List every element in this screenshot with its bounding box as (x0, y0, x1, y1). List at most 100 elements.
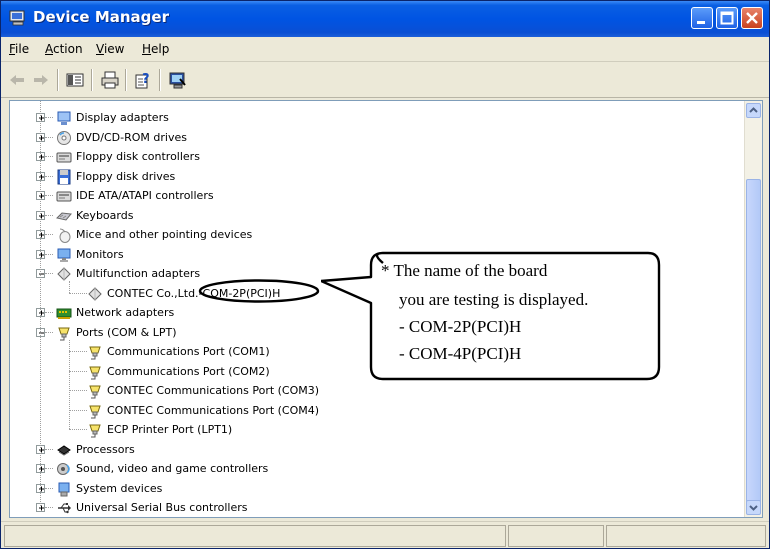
tree-connector (45, 468, 53, 469)
tree-connector (45, 175, 53, 177)
tree-connector (45, 156, 53, 157)
back-arrow-icon[interactable] (7, 70, 27, 90)
maximize-icon (720, 11, 734, 25)
system-icon (58, 482, 70, 496)
tree-category-item[interactable]: Sound, video and game controllers (10, 459, 740, 478)
keyboard-icon (56, 211, 72, 221)
tree-connector (45, 214, 53, 216)
window-title: Device Manager (33, 8, 169, 26)
tree-category-item[interactable]: System devices (10, 479, 740, 498)
tree-item-label: Universal Serial Bus controllers (76, 501, 248, 514)
port-icon (89, 405, 101, 418)
tree-item-label: Floppy disk controllers (76, 150, 200, 163)
port-icon (89, 385, 101, 399)
multifunction-icon (88, 286, 102, 301)
port-icon (89, 366, 101, 379)
menu-help[interactable]: Help (142, 42, 169, 56)
tree-item-label: DVD/CD-ROM drives (76, 130, 187, 144)
scroll-thumb[interactable] (746, 179, 761, 509)
tree-category-item[interactable]: Mice and other pointing devices (10, 225, 740, 244)
close-button[interactable] (741, 7, 763, 29)
tree-child-item[interactable]: CONTEC Communications Port (COM4) (10, 401, 740, 420)
tree-category-item[interactable]: Floppy disk controllers (10, 147, 740, 166)
floppy-icon (57, 169, 71, 184)
print-icon[interactable] (100, 70, 120, 90)
computer-icon (9, 10, 25, 26)
tree-category-item[interactable]: Universal Serial Bus controllers (10, 498, 740, 517)
status-pane (606, 525, 766, 547)
callout-line-2: you are testing is displayed. (399, 290, 589, 309)
minimize-button[interactable] (691, 7, 713, 29)
tree-connector (45, 487, 53, 489)
tree-category-item[interactable]: Display adapters (10, 108, 740, 127)
cdrom-icon (57, 130, 71, 145)
tree-item-label: Communications Port (COM2) (107, 364, 270, 378)
board-name-highlight-oval (198, 279, 320, 303)
tree-category-item[interactable]: DVD/CD-ROM drives (10, 128, 740, 147)
tree-child-item[interactable]: ECP Printer Port (LPT1) (10, 420, 740, 439)
controller-icon (56, 191, 72, 202)
close-icon (746, 12, 758, 24)
multifunction-icon (57, 267, 71, 281)
tree-item-label: Network adapters (76, 306, 175, 319)
chevron-down-icon (749, 505, 758, 511)
network-icon (56, 308, 72, 319)
annotation-callout: * The name of the board you are testing … (321, 251, 661, 391)
tree-item-label: ECP Printer Port (LPT1) (107, 423, 233, 436)
tree-category-item[interactable]: IDE ATA/ATAPI controllers (10, 186, 740, 205)
show-hide-console-tree-icon[interactable] (65, 70, 85, 90)
tree-category-item[interactable]: Processors (10, 440, 740, 459)
tree-connector (69, 292, 87, 294)
scan-hardware-icon[interactable] (168, 70, 188, 90)
tree-connector (40, 101, 41, 508)
menu-view[interactable]: View (96, 42, 124, 56)
tree-item-label: Communications Port (COM1) (107, 345, 270, 358)
scroll-down-button[interactable] (746, 500, 761, 515)
toolbar-separator (57, 69, 59, 91)
tree-item-label: Ports (COM & LPT) (76, 325, 177, 339)
tree-connector (45, 448, 53, 450)
toolbar-separator (125, 69, 127, 91)
tree-connector (45, 312, 53, 313)
sound-icon (57, 463, 70, 475)
tree-item-label: IDE ATA/ATAPI controllers (76, 189, 214, 202)
tree-connector (69, 370, 87, 372)
tree-connector (45, 195, 53, 196)
scroll-up-button[interactable] (746, 103, 761, 118)
tree-category-item[interactable]: Floppy disk drives (10, 167, 740, 186)
status-pane (508, 525, 604, 547)
callout-line-1: * The name of the board (381, 261, 548, 280)
tree-item-label: CONTEC Communications Port (COM4) (107, 403, 320, 417)
display-adapter-icon (57, 111, 71, 125)
tree-connector (69, 390, 87, 391)
callout-line-3: - COM-2P(PCI)H (399, 317, 522, 336)
toolbar: ? (1, 63, 769, 98)
tree-connector (69, 409, 87, 411)
port-icon (89, 424, 101, 438)
tree-item-label: Floppy disk drives (76, 169, 176, 183)
tree-category-item[interactable]: Keyboards (10, 206, 740, 225)
controller-icon (56, 152, 72, 163)
processor-icon (57, 444, 71, 456)
tree-connector (45, 234, 53, 235)
tree-connector (45, 136, 53, 138)
toolbar-separator (159, 69, 161, 91)
tree-item-label: System devices (76, 481, 163, 495)
usb-icon (58, 503, 71, 514)
vertical-scrollbar[interactable] (744, 101, 762, 517)
forward-arrow-icon[interactable] (31, 70, 51, 90)
tree-connector (45, 117, 53, 118)
maximize-button[interactable] (716, 7, 738, 29)
tree-connector (69, 429, 87, 430)
tree-item-label: Sound, video and game controllers (76, 462, 269, 475)
status-bar (1, 521, 769, 550)
title-bar[interactable]: Device Manager (1, 1, 769, 37)
properties-help-icon[interactable]: ? (134, 70, 154, 90)
tree-item-label: Display adapters (76, 111, 169, 124)
callout-line-4: - COM-4P(PCI)H (399, 344, 522, 363)
menu-action[interactable]: Action (45, 42, 83, 56)
mouse-icon (59, 228, 71, 243)
tree-connector (69, 339, 70, 429)
port-icon (58, 327, 70, 340)
menu-file[interactable]: File (9, 42, 29, 56)
